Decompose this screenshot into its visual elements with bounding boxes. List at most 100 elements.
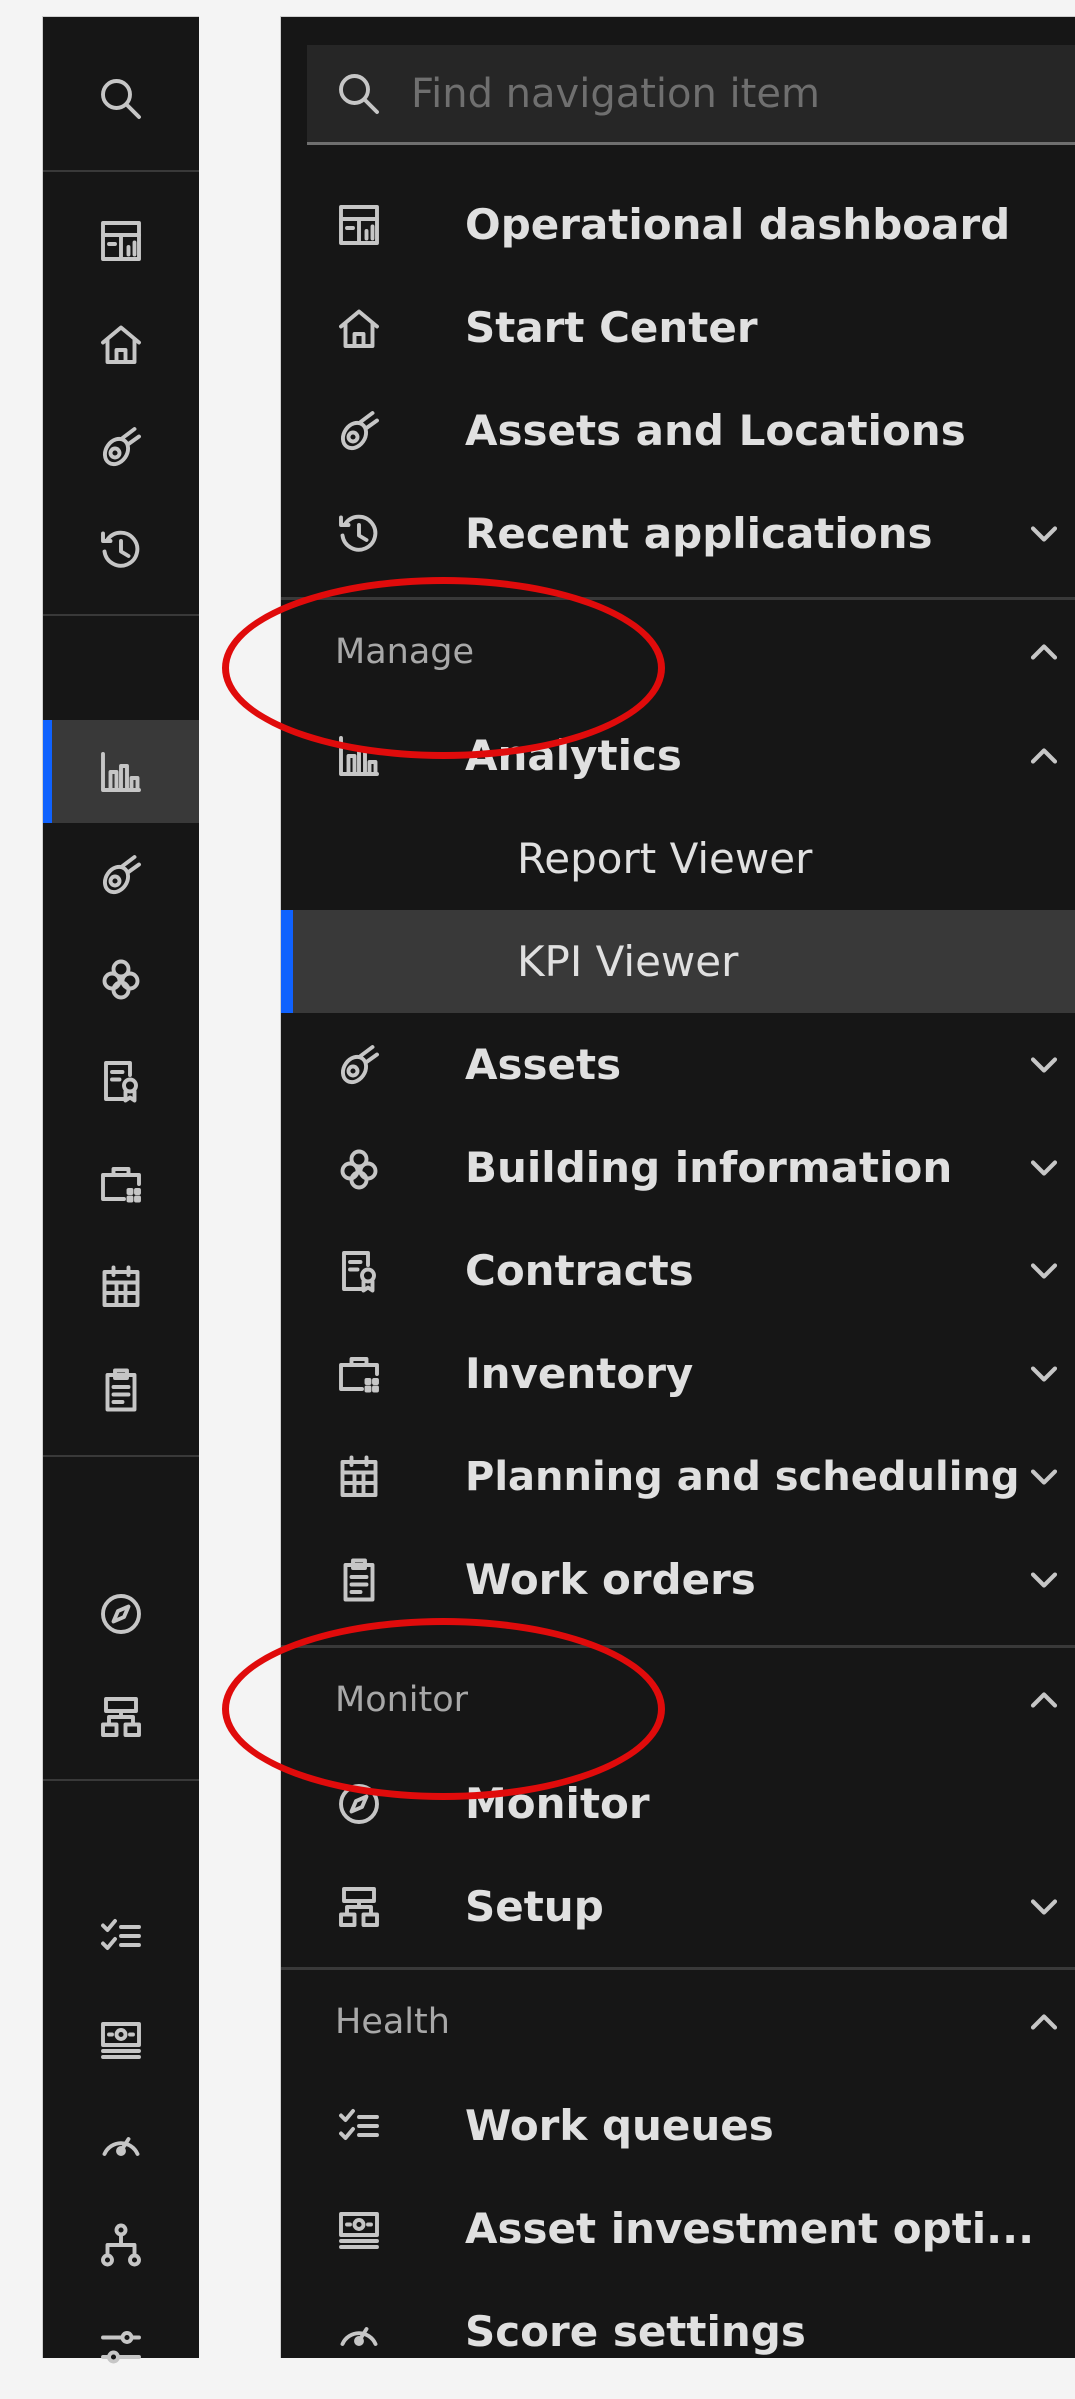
rail-asset-investment[interactable] (43, 1987, 199, 2090)
asset-icon (97, 851, 145, 899)
nav-subitem-label: Report Viewer (517, 834, 813, 883)
nav-item-work-queues[interactable]: Work queues (281, 2074, 1075, 2177)
home-icon (97, 320, 145, 368)
rail-recent-applications[interactable] (43, 498, 199, 601)
nav-item-asset-investment[interactable]: Asset investment opti... (281, 2177, 1075, 2280)
rail-operational-dashboard[interactable] (43, 189, 199, 292)
section-title: Health (335, 2001, 450, 2042)
chevron-down-icon[interactable] (1022, 512, 1066, 556)
nav-item-label: Planning and scheduling (465, 1453, 1020, 1500)
nav-item-inventory[interactable]: Inventory (281, 1322, 1075, 1425)
rail-search-button[interactable] (43, 47, 199, 150)
chevron-down-icon[interactable] (1022, 1043, 1066, 1087)
nav-item-monitor[interactable]: Monitor (281, 1752, 1075, 1855)
search-icon (335, 70, 383, 118)
nav-subitem-report-viewer[interactable]: Report Viewer (281, 807, 1075, 910)
chevron-down-icon[interactable] (1022, 1558, 1066, 1602)
nav-subitem-kpi-viewer[interactable]: KPI Viewer (281, 910, 1075, 1013)
history-icon (335, 510, 383, 558)
nav-item-label: Building information (465, 1143, 953, 1192)
nav-item-work-orders[interactable]: Work orders (281, 1528, 1075, 1631)
nav-item-label: Analytics (465, 731, 682, 780)
chevron-up-icon[interactable] (1022, 1678, 1066, 1722)
nav-item-analytics[interactable]: Analytics (281, 704, 1075, 807)
nav-item-building-information[interactable]: Building information (281, 1116, 1075, 1219)
section-header-monitor[interactable]: Monitor (281, 1648, 1075, 1751)
nav-item-recent-applications[interactable]: Recent applications (281, 482, 1075, 585)
section-header-health[interactable]: Health (281, 1970, 1075, 2073)
search-field[interactable] (307, 45, 1075, 145)
nav-item-label: Operational dashboard (465, 200, 1011, 249)
rail-inventory[interactable] (43, 1132, 199, 1235)
chevron-down-icon[interactable] (1022, 1455, 1066, 1499)
calendar-icon (97, 1263, 145, 1311)
nav-item-contracts[interactable]: Contracts (281, 1219, 1075, 1322)
rail-analytics[interactable] (43, 720, 199, 823)
compass-icon (97, 1590, 145, 1638)
dashboard-icon (97, 217, 145, 265)
home-icon (335, 304, 383, 352)
asset-icon (335, 407, 383, 455)
nav-item-assets-and-locations[interactable]: Assets and Locations (281, 379, 1075, 482)
section-title: Monitor (335, 1679, 469, 1720)
rail-setup[interactable] (43, 1665, 199, 1768)
chevron-down-icon[interactable] (1022, 1249, 1066, 1293)
search-input[interactable] (409, 69, 1075, 118)
rail-score-settings[interactable] (43, 2090, 199, 2193)
nav-subitem-label: KPI Viewer (517, 937, 739, 986)
clipboard-icon (335, 1556, 383, 1604)
nav-item-assets[interactable]: Assets (281, 1013, 1075, 1116)
rail-building-information[interactable] (43, 926, 199, 1029)
asset-icon (335, 1041, 383, 1089)
nav-item-label: Assets (465, 1040, 622, 1089)
nav-item-label: Asset investment opti... (465, 2204, 1035, 2253)
nav-item-label: Contracts (465, 1246, 694, 1295)
chevron-down-icon[interactable] (1022, 1352, 1066, 1396)
hierarchy-icon (335, 1883, 383, 1931)
nav-item-label: Work queues (465, 2101, 774, 2150)
rail-work-queues[interactable] (43, 1884, 199, 1987)
tree-icon (97, 2221, 145, 2269)
analytics-icon (335, 732, 383, 780)
nav-item-planning-and-scheduling[interactable]: Planning and scheduling (281, 1425, 1075, 1528)
inventory-icon (335, 1350, 383, 1398)
section-title: Manage (335, 631, 475, 672)
inventory-icon (97, 1160, 145, 1208)
sliders-icon (97, 2324, 145, 2372)
gauge-icon (335, 2308, 383, 2356)
rail-work-orders[interactable] (43, 1338, 199, 1441)
rail-start-center[interactable] (43, 292, 199, 395)
investment-icon (97, 2015, 145, 2063)
chevron-down-icon[interactable] (1022, 1885, 1066, 1929)
building-icon (97, 954, 145, 1002)
nav-item-label: Setup (465, 1882, 604, 1931)
checklist-icon (335, 2102, 383, 2150)
navigation-panel: Operational dashboard Start Center Asset… (280, 16, 1075, 2358)
nav-item-label: Monitor (465, 1779, 650, 1828)
section-header-manage[interactable]: Manage (281, 600, 1075, 703)
dashboard-icon (335, 201, 383, 249)
nav-item-label: Work orders (465, 1555, 756, 1604)
rail-planning-and-scheduling[interactable] (43, 1235, 199, 1338)
chevron-down-icon[interactable] (1022, 1146, 1066, 1190)
icon-rail (42, 16, 199, 2363)
rail-monitor[interactable] (43, 1562, 199, 1665)
rail-settings[interactable] (43, 2296, 199, 2399)
nav-item-label: Inventory (465, 1349, 694, 1398)
nav-item-start-center[interactable]: Start Center (281, 276, 1075, 379)
calendar-icon (335, 1453, 383, 1501)
contract-icon (335, 1247, 383, 1295)
nav-item-setup[interactable]: Setup (281, 1855, 1075, 1958)
chevron-up-icon[interactable] (1022, 734, 1066, 778)
nav-item-label: Assets and Locations (465, 406, 966, 455)
chevron-up-icon[interactable] (1022, 630, 1066, 674)
chevron-up-icon[interactable] (1022, 2000, 1066, 2044)
rail-contracts[interactable] (43, 1029, 199, 1132)
nav-item-operational-dashboard[interactable]: Operational dashboard (281, 173, 1075, 276)
rail-assets-and-locations[interactable] (43, 395, 199, 498)
rail-assets[interactable] (43, 823, 199, 926)
nav-item-label: Recent applications (465, 509, 933, 558)
rail-hierarchy[interactable] (43, 2193, 199, 2296)
gauge-icon (97, 2118, 145, 2166)
nav-item-score-settings[interactable]: Score settings (281, 2280, 1075, 2383)
